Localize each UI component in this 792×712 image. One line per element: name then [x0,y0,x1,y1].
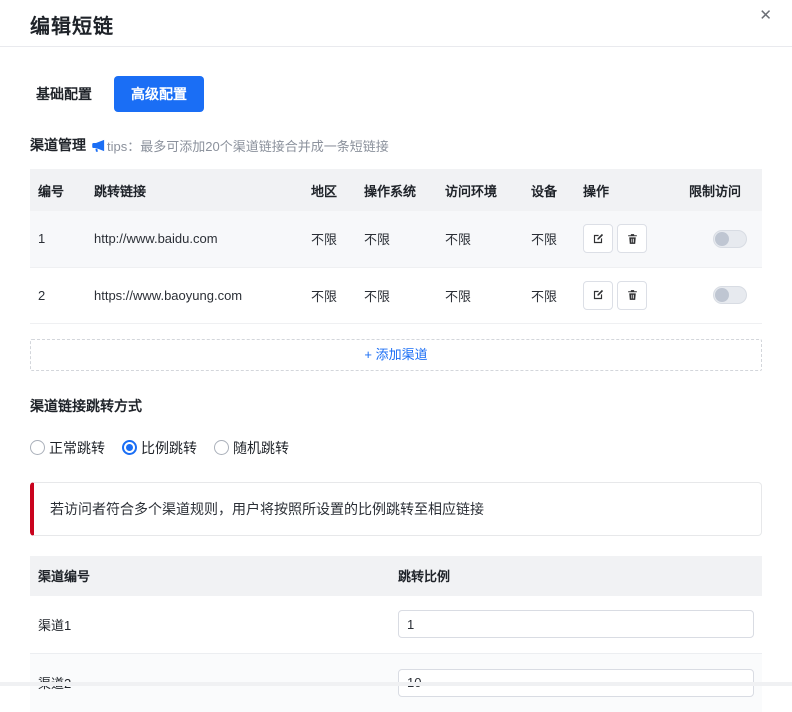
col-header-number: 编号 [30,169,86,211]
trash-icon [626,232,639,246]
edit-button[interactable] [583,224,613,253]
megaphone-icon [91,138,106,153]
radio-label: 比例跳转 [141,438,197,458]
row-os: 不限 [356,267,437,323]
restrict-access-toggle[interactable] [713,230,747,248]
radio-label: 正常跳转 [49,438,105,458]
page-title: 编辑短链 [30,10,762,39]
row-region: 不限 [303,267,356,323]
radio-icon[interactable] [30,440,45,455]
row-device: 不限 [523,267,575,323]
table-row: 2 https://www.baoyung.com 不限 不限 不限 不限 [30,267,762,323]
table-row: 渠道1 [30,596,762,654]
edit-icon [591,288,605,302]
restrict-access-toggle[interactable] [713,286,747,304]
row-number: 2 [30,267,86,323]
row-url: http://www.baidu.com [86,211,303,267]
alert-text: 若访问者符合多个渠道规则，用户将按照所设置的比例跳转至相应链接 [50,501,484,517]
table-row: 1 http://www.baidu.com 不限 不限 不限 不限 [30,211,762,267]
edit-button[interactable] [583,281,613,310]
channel-section-head: 渠道管理 tips：最多可添加20个渠道链接合并成一条短链接 [30,135,762,155]
row-env: 不限 [437,211,523,267]
delete-button[interactable] [617,281,647,310]
row-device: 不限 [523,211,575,267]
row-env: 不限 [437,267,523,323]
radio-random-redirect[interactable]: 随机跳转 [214,438,289,458]
add-channel-button[interactable]: + 添加渠道 [30,339,762,371]
trash-icon [626,288,639,302]
delete-button[interactable] [617,224,647,253]
col-header-env: 访问环境 [437,169,523,211]
col-header-device: 设备 [523,169,575,211]
col-header-restrict: 限制访问 [681,169,762,211]
tab-basic-config[interactable]: 基础配置 [30,76,98,112]
radio-ratio-redirect[interactable]: 比例跳转 [122,438,197,458]
row-region: 不限 [303,211,356,267]
col-header-region: 地区 [303,169,356,211]
edit-icon [591,232,605,246]
channel-table-header-row: 编号 跳转链接 地区 操作系统 访问环境 设备 操作 限制访问 [30,169,762,211]
col-header-os: 操作系统 [356,169,437,211]
channel-tips-text: tips：最多可添加20个渠道链接合并成一条短链接 [107,136,389,155]
ratio-redirect-alert: 若访问者符合多个渠道规则，用户将按照所设置的比例跳转至相应链接 [30,482,762,536]
ratio-table: 渠道编号 跳转比例 渠道1 渠道2 [30,556,762,712]
radio-icon[interactable] [214,440,229,455]
radio-icon[interactable] [122,440,137,455]
col-header-redirect-ratio: 跳转比例 [390,556,762,596]
ratio-input-channel1[interactable] [398,610,754,638]
close-icon[interactable]: ✕ [759,6,772,26]
redirect-mode-label: 渠道链接跳转方式 [30,396,762,416]
col-header-actions: 操作 [575,169,681,211]
row-os: 不限 [356,211,437,267]
dialog-header: 编辑短链 ✕ [0,0,792,47]
col-header-channel-number: 渠道编号 [30,556,390,596]
radio-normal-redirect[interactable]: 正常跳转 [30,438,105,458]
channel-name: 渠道1 [30,596,390,654]
tab-advanced-config[interactable]: 高级配置 [114,76,204,112]
ratio-table-header-row: 渠道编号 跳转比例 [30,556,762,596]
col-header-url: 跳转链接 [86,169,303,211]
redirect-mode-options: 正常跳转 比例跳转 随机跳转 [30,438,762,458]
channel-table: 编号 跳转链接 地区 操作系统 访问环境 设备 操作 限制访问 1 http:/… [30,169,762,324]
clipped-footer-edge [0,682,792,686]
row-url: https://www.baoyung.com [86,267,303,323]
dialog-body: 基础配置 高级配置 渠道管理 tips：最多可添加20个渠道链接合并成一条短链接… [0,76,792,712]
row-number: 1 [30,211,86,267]
toggle-knob [715,288,729,302]
tab-bar: 基础配置 高级配置 [30,76,762,112]
toggle-knob [715,232,729,246]
radio-label: 随机跳转 [233,438,289,458]
channel-management-label: 渠道管理 [30,135,86,155]
